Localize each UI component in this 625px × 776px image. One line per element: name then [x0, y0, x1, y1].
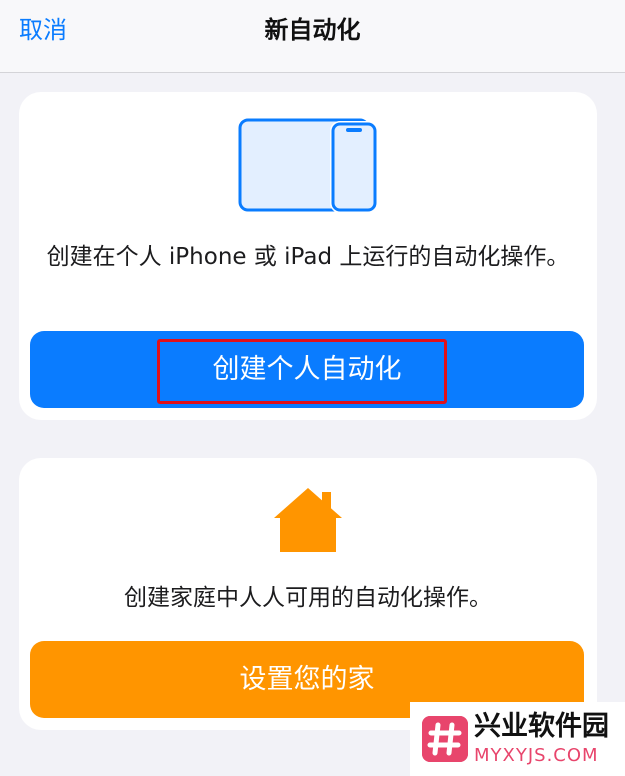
- watermark-title: 兴业软件园: [474, 711, 609, 742]
- house-icon: [274, 488, 342, 552]
- navigation-bar: 取消 新自动化: [0, 0, 625, 73]
- watermark: 兴业软件园 MYXYJS.COM: [410, 702, 625, 776]
- personal-description: 创建在个人 iPhone 或 iPad 上运行的自动化操作。: [46, 244, 570, 270]
- ipad-iphone-icon: [238, 118, 378, 213]
- home-description: 创建家庭中人人可用的自动化操作。: [124, 585, 492, 611]
- page-title: 新自动化: [264, 16, 361, 44]
- personal-automation-card: 创建在个人 iPhone 或 iPad 上运行的自动化操作。 创建个人自动化: [19, 92, 597, 420]
- hash-logo-icon: [422, 716, 468, 762]
- watermark-subtitle: MYXYJS.COM: [474, 745, 599, 766]
- create-personal-automation-button[interactable]: 创建个人自动化: [30, 331, 584, 408]
- home-automation-card: 创建家庭中人人可用的自动化操作。 设置您的家: [19, 458, 597, 730]
